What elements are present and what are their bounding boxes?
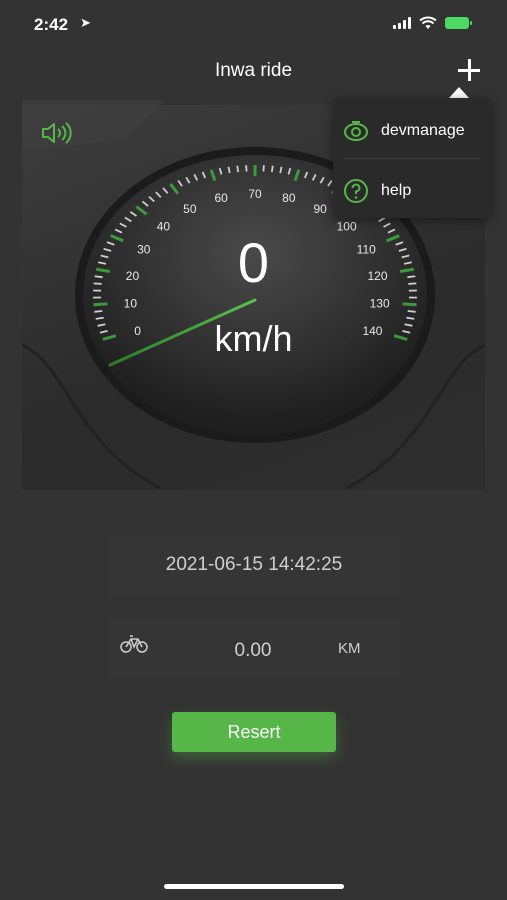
bicycle-icon [120, 635, 148, 653]
trip-datetime: 2021-06-15 14:42:25 [165, 554, 343, 575]
datetime-panel: 2021-06-15 14:42:25 [108, 535, 400, 595]
minor-tick [94, 310, 103, 313]
tick-label: 70 [248, 187, 262, 201]
minor-tick [227, 166, 231, 174]
menu-item-help[interactable]: help [333, 162, 491, 220]
menu-item-devmanage[interactable]: devmanage [333, 102, 491, 160]
question-circle-icon [344, 179, 368, 203]
speed-readout: 0 [237, 231, 270, 294]
tick-label: 50 [183, 202, 197, 216]
major-tick [93, 302, 108, 307]
reset-button[interactable]: Resert [172, 712, 336, 752]
speaker-icon[interactable] [40, 122, 74, 144]
eye-target-icon [344, 121, 368, 141]
speed-unit: km/h [214, 318, 293, 359]
menu-item-label: help [381, 182, 412, 199]
minor-tick [270, 165, 274, 173]
menu-pointer [449, 87, 469, 98]
minor-tick [279, 166, 283, 174]
home-indicator[interactable] [164, 884, 344, 889]
minor-tick [407, 310, 416, 313]
tick-label: 80 [282, 191, 296, 205]
tick-label: 60 [214, 191, 228, 205]
major-tick [402, 302, 417, 307]
tick-label: 90 [313, 202, 327, 216]
tick-label: 10 [124, 297, 138, 311]
dropdown-menu: devmanage help [333, 98, 491, 218]
distance-unit: KM [338, 640, 361, 657]
menu-divider [343, 158, 481, 159]
menu-item-label: devmanage [381, 122, 465, 139]
trip-distance: 0.00 [234, 640, 272, 661]
tick-label: 130 [370, 297, 390, 311]
minor-tick [236, 165, 240, 173]
